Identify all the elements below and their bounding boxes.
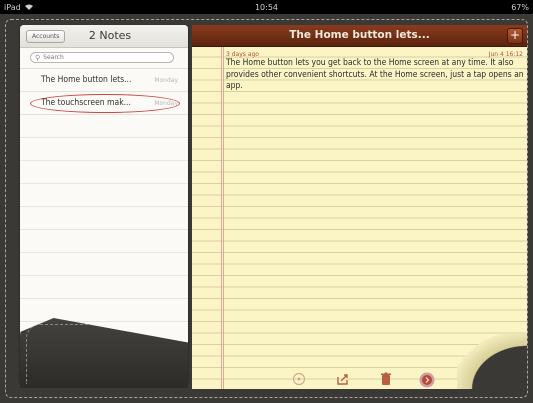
plus-icon: +: [509, 28, 521, 42]
page-curl: [457, 334, 527, 389]
compass-icon[interactable]: [291, 372, 307, 388]
share-icon[interactable]: [335, 372, 351, 388]
note-item-title: The touchscreen mak...: [41, 98, 131, 108]
trash-icon[interactable]: [378, 372, 394, 388]
wifi-icon: [24, 3, 33, 12]
empty-row: [20, 207, 188, 230]
device-label: iPad: [4, 2, 21, 12]
status-time: 10:54: [254, 2, 279, 12]
note-age: 3 days ago: [226, 51, 259, 58]
list-header: Accounts 2 Notes: [20, 25, 188, 48]
empty-row: [20, 184, 188, 207]
margin-line: [223, 46, 224, 389]
note-title: The Home button lets...: [289, 29, 430, 41]
empty-row: [20, 299, 188, 322]
search-field[interactable]: ⚲: [30, 52, 174, 63]
search-input[interactable]: [43, 54, 154, 61]
note-item-day: Monday: [154, 99, 178, 107]
note-body-text[interactable]: The Home button lets you get back to the…: [226, 58, 526, 93]
note-date: Jun 4 16:12: [488, 51, 523, 58]
search-bar: ⚲: [20, 48, 188, 69]
margin-line: [221, 46, 222, 389]
note-list-item[interactable]: The Home button lets... Monday: [20, 69, 188, 92]
note-item-title: The Home button lets...: [41, 75, 132, 85]
note-list-item-selected[interactable]: The touchscreen mak... Monday: [20, 92, 188, 115]
battery-percent: 67%: [511, 2, 529, 12]
status-bar: iPad 10:54 67%: [0, 0, 533, 14]
add-note-button[interactable]: +: [507, 28, 523, 44]
empty-row: [20, 276, 188, 299]
empty-row: [20, 138, 188, 161]
note-item-day: Monday: [154, 76, 178, 84]
empty-row: [20, 161, 188, 184]
note-pad: The Home button lets... + 3 days ago Jun…: [192, 25, 527, 389]
note-header: The Home button lets... +: [192, 25, 527, 47]
empty-row: [20, 115, 188, 138]
empty-row: [20, 230, 188, 253]
search-icon: ⚲: [35, 53, 41, 62]
next-icon[interactable]: [419, 372, 435, 388]
empty-row: [20, 253, 188, 276]
notes-count-title: 2 Notes: [88, 29, 132, 42]
